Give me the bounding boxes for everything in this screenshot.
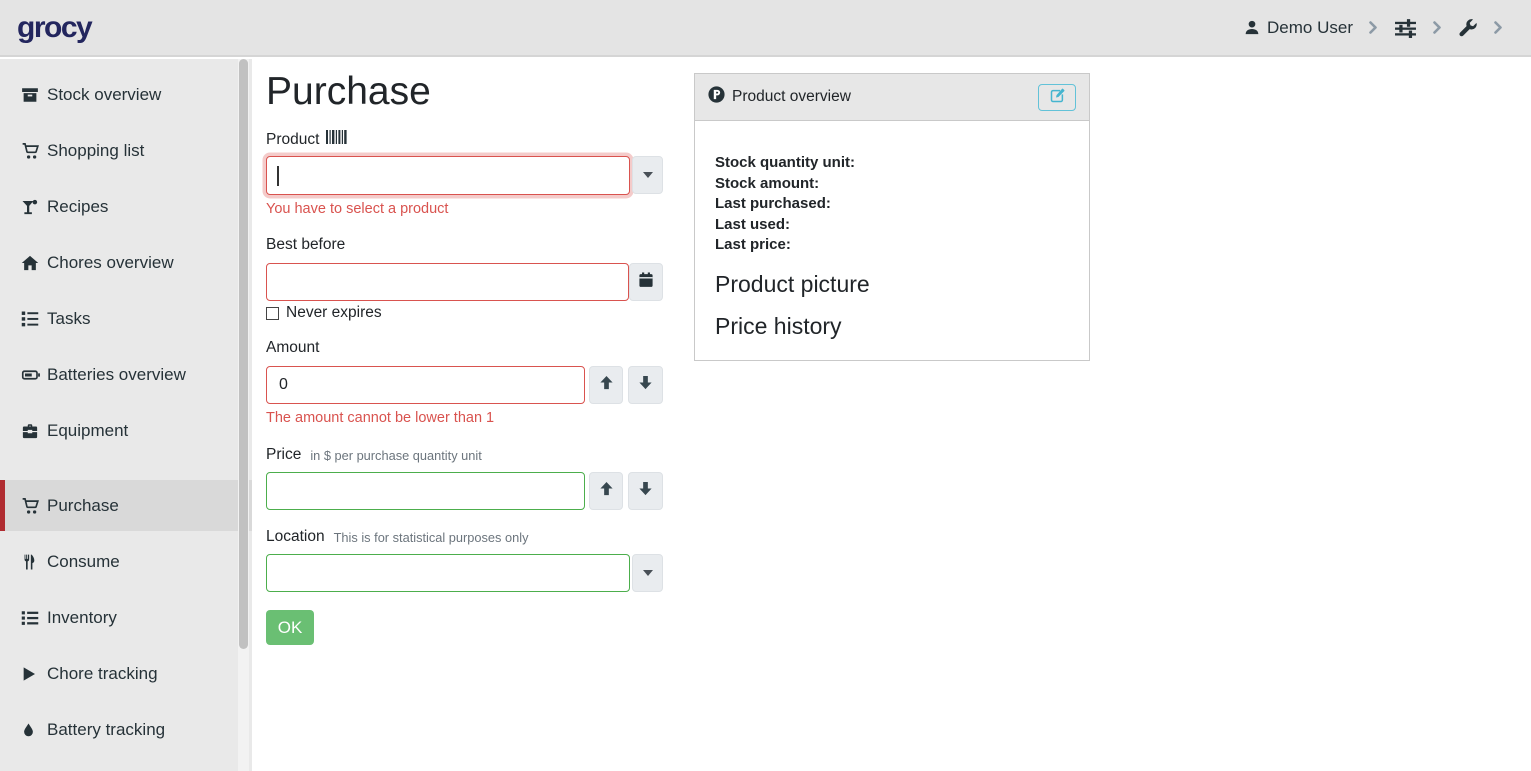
chevron-right-icon xyxy=(1494,21,1503,34)
amount-error-text: The amount cannot be lower than 1 xyxy=(266,410,494,426)
product-input[interactable] xyxy=(266,156,630,195)
sidebar-item-label: Batteries overview xyxy=(47,365,186,385)
sidebar-item-label: Tasks xyxy=(47,309,90,329)
sidebar-item-stock-overview[interactable]: Stock overview xyxy=(0,69,252,120)
product-error-text: You have to select a product xyxy=(266,201,448,217)
cocktail-icon xyxy=(21,198,47,216)
product-overview-title: Product overview xyxy=(732,88,851,106)
edit-product-button[interactable] xyxy=(1038,84,1076,111)
sidebar-item-label: Shopping list xyxy=(47,141,144,161)
sidebar-item-label: Recipes xyxy=(47,197,108,217)
product-overview-body: Stock quantity unit: Stock amount: Last … xyxy=(695,121,1089,340)
sidebar-item-shopping-list[interactable]: Shopping list xyxy=(0,125,252,176)
sidebar-item-purchase[interactable]: Purchase xyxy=(0,480,252,531)
wrench-icon[interactable] xyxy=(1458,18,1478,38)
amount-label: Amount xyxy=(266,339,319,357)
best-before-input[interactable] xyxy=(266,263,629,301)
sidebar-item-label: Chore tracking xyxy=(47,664,158,684)
text-cursor xyxy=(277,166,279,186)
tasks-icon xyxy=(21,310,47,328)
utensils-icon xyxy=(21,553,47,571)
grocy-logo[interactable]: grocy xyxy=(17,11,91,45)
sidebar-item-chores-overview[interactable]: Chores overview xyxy=(0,237,252,288)
price-hint: in $ per purchase quantity unit xyxy=(310,448,481,463)
archive-icon xyxy=(21,86,47,104)
arrow-down-icon xyxy=(638,375,653,395)
arrow-up-icon xyxy=(599,481,614,501)
never-expires-checkbox[interactable] xyxy=(266,307,279,320)
edit-icon xyxy=(1050,88,1065,106)
calendar-icon xyxy=(638,272,654,293)
location-label: Location This is for statistical purpose… xyxy=(266,528,528,546)
ok-button[interactable]: OK xyxy=(266,610,314,645)
sidebar-item-consume[interactable]: Consume xyxy=(0,536,252,587)
sidebar-item-equipment[interactable]: Equipment xyxy=(0,405,252,456)
chevron-right-icon xyxy=(1369,21,1378,34)
caret-down-icon xyxy=(643,570,653,576)
caret-down-icon xyxy=(643,172,653,178)
sidebar-item-tasks[interactable]: Tasks xyxy=(0,293,252,344)
cart-icon xyxy=(21,142,47,160)
list-icon xyxy=(21,609,47,627)
location-dropdown-button[interactable] xyxy=(632,554,663,592)
sidebar-item-chore-tracking[interactable]: Chore tracking xyxy=(0,648,252,699)
sidebar-item-battery-tracking[interactable]: Battery tracking xyxy=(0,704,252,755)
user-icon xyxy=(1244,19,1260,36)
arrow-down-icon xyxy=(638,481,653,501)
toolbox-icon xyxy=(21,422,47,440)
product-picture-heading: Product picture xyxy=(715,271,1069,298)
product-circle-icon xyxy=(708,86,725,108)
product-overview-card: Product overview Stock quantity unit: St… xyxy=(694,73,1090,361)
sidebar-item-batteries-overview[interactable]: Batteries overview xyxy=(0,349,252,400)
price-history-heading: Price history xyxy=(715,313,1069,340)
never-expires-label: Never expires xyxy=(286,304,382,322)
product-dropdown-button[interactable] xyxy=(632,156,663,194)
product-overview-header: Product overview xyxy=(695,74,1089,121)
never-expires-row: Never expires xyxy=(266,304,382,322)
sidebar-scrollbar-thumb[interactable] xyxy=(239,59,248,649)
sidebar-item-label: Purchase xyxy=(47,496,119,516)
sidebar-item-recipes[interactable]: Recipes xyxy=(0,181,252,232)
stock-amount-label: Stock amount: xyxy=(715,174,1069,195)
home-icon xyxy=(21,254,47,272)
battery-icon xyxy=(21,366,47,384)
amount-increase-button[interactable] xyxy=(589,366,623,404)
stock-quantity-unit-label: Stock quantity unit: xyxy=(715,153,1069,174)
topbar: grocy Demo User xyxy=(0,0,1531,57)
price-input[interactable] xyxy=(266,472,585,510)
sliders-icon[interactable] xyxy=(1394,18,1417,38)
sidebar: Stock overview Shopping list Recipes Cho… xyxy=(0,59,252,771)
price-increase-button[interactable] xyxy=(589,472,623,510)
location-input[interactable] xyxy=(266,554,630,592)
sidebar-item-label: Stock overview xyxy=(47,85,161,105)
sidebar-item-label: Equipment xyxy=(47,421,128,441)
topbar-menu: Demo User xyxy=(1244,18,1531,38)
sidebar-item-label: Battery tracking xyxy=(47,720,165,740)
cart-icon xyxy=(21,497,47,515)
sidebar-item-label: Chores overview xyxy=(47,253,174,273)
last-purchased-label: Last purchased: xyxy=(715,194,1069,215)
droplet-icon xyxy=(21,721,47,739)
user-menu[interactable]: Demo User xyxy=(1244,18,1353,38)
amount-input[interactable] xyxy=(266,366,585,404)
amount-decrease-button[interactable] xyxy=(628,366,663,404)
price-decrease-button[interactable] xyxy=(628,472,663,510)
sidebar-item-inventory[interactable]: Inventory xyxy=(0,592,252,643)
sidebar-item-label: Inventory xyxy=(47,608,117,628)
page-title: Purchase xyxy=(266,70,431,114)
last-used-label: Last used: xyxy=(715,215,1069,236)
location-hint: This is for statistical purposes only xyxy=(334,530,529,545)
barcode-icon xyxy=(326,130,350,149)
price-label: Price in $ per purchase quantity unit xyxy=(266,446,482,464)
arrow-up-icon xyxy=(599,375,614,395)
play-icon xyxy=(21,665,47,683)
sidebar-item-label: Consume xyxy=(47,552,120,572)
best-before-label: Best before xyxy=(266,236,345,254)
product-label: Product xyxy=(266,130,350,149)
last-price-label: Last price: xyxy=(715,235,1069,256)
user-label: Demo User xyxy=(1267,18,1353,38)
calendar-button[interactable] xyxy=(629,263,663,301)
sidebar-nav: Stock overview Shopping list Recipes Cho… xyxy=(0,59,252,755)
chevron-right-icon xyxy=(1433,21,1442,34)
